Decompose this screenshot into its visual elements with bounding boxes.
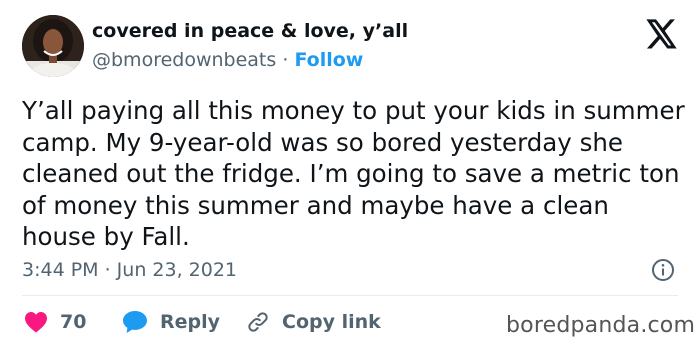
reply-label: Reply (160, 311, 221, 333)
tweet-timestamp[interactable]: 3:44 PM · Jun 23, 2021 (22, 259, 237, 281)
info-icon[interactable] (651, 258, 675, 282)
divider (22, 295, 678, 296)
copy-link-label: Copy link (282, 311, 381, 333)
link-icon (248, 312, 268, 332)
reply-button[interactable]: Reply (122, 308, 220, 336)
like-button[interactable]: 70 (24, 308, 86, 336)
watermark: boredpanda.com (506, 313, 696, 338)
tweet-text: Y’all paying all this money to put your … (22, 96, 685, 251)
x-logo-icon[interactable] (646, 19, 678, 49)
like-count: 70 (60, 311, 87, 333)
author-display-name[interactable]: covered in peace & love, y’all (92, 20, 408, 42)
author-handle[interactable]: @bmoredownbeats (92, 49, 276, 71)
copy-link-button[interactable]: Copy link (246, 308, 381, 336)
author-handle-row: @bmoredownbeats · Follow (92, 49, 363, 71)
avatar[interactable] (22, 15, 84, 77)
heart-icon (25, 312, 47, 333)
handle-separator: · (282, 49, 289, 71)
follow-button[interactable]: Follow (294, 49, 363, 71)
speech-bubble-icon (123, 311, 147, 333)
